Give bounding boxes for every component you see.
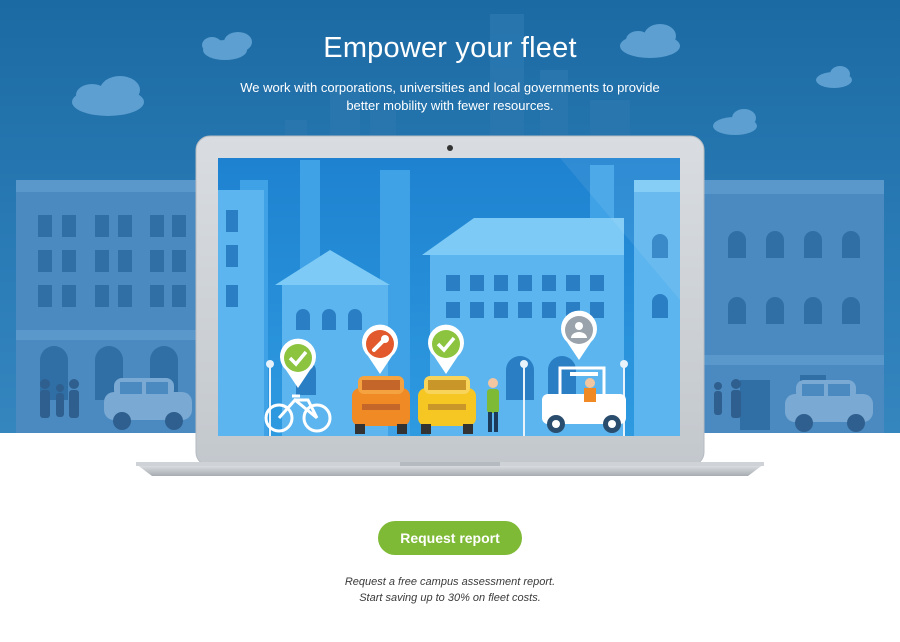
car-icon — [418, 376, 476, 434]
cta-note-line-2: Start saving up to 30% on fleet costs. — [359, 592, 541, 604]
webcam-icon — [447, 145, 453, 151]
landing-page: Empower your fleet We work with corporat… — [0, 0, 900, 642]
laptop-illustration — [136, 135, 764, 476]
cta-note-line-1: Request a free campus assessment report. — [344, 576, 556, 588]
car-icon — [352, 376, 410, 434]
request-report-button[interactable]: Request report — [378, 521, 522, 555]
cta-note: Request a free campus assessment report.… — [0, 574, 900, 606]
